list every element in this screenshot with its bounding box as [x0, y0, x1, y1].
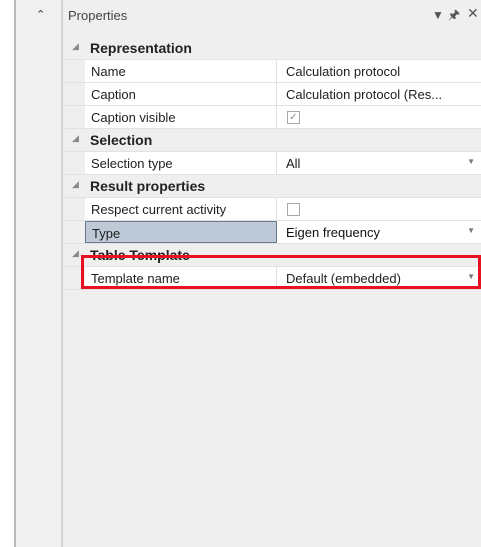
property-row-respect-current-activity[interactable]: Respect current activity [63, 198, 481, 221]
property-name: Name [91, 64, 126, 79]
chevron-down-icon[interactable]: ▼ [467, 226, 475, 235]
collapse-triangle-icon[interactable]: ◢ [72, 179, 79, 190]
panel-titlebar: Properties ▼ 🖈︎ ✕ [63, 0, 481, 36]
property-name: Respect current activity [91, 202, 227, 217]
respect-activity-checkbox[interactable] [287, 203, 300, 216]
category-selection[interactable]: ◢ Selection [63, 129, 481, 152]
property-row-selection-type[interactable]: Selection type All ▼ [63, 152, 481, 175]
property-value-field[interactable]: Calculation protocol (Res... [277, 83, 481, 105]
property-row-type[interactable]: Type Eigen frequency ▼ [63, 221, 481, 244]
collapse-panel-button[interactable]: ⌃ [16, 0, 62, 547]
category-label: Representation [90, 40, 192, 56]
panel-title: Properties [68, 8, 128, 23]
selection-type-dropdown[interactable]: All ▼ [277, 152, 481, 174]
category-label: Result properties [90, 178, 206, 194]
pin-icon[interactable]: 🖈︎ [448, 8, 460, 22]
collapse-triangle-icon[interactable]: ◢ [72, 41, 79, 52]
category-label: Selection [90, 132, 153, 148]
property-name: Caption [91, 87, 136, 102]
caption-visible-checkbox[interactable]: ✓ [287, 111, 300, 124]
dropdown-icon[interactable]: ▼ [432, 8, 444, 22]
empty-grid-area [63, 363, 481, 547]
property-value: All [286, 156, 301, 171]
property-row-name[interactable]: Name Calculation protocol [63, 60, 481, 83]
left-strip [0, 0, 14, 547]
property-value: Eigen frequency [286, 225, 380, 240]
collapse-triangle-icon[interactable]: ◢ [72, 248, 79, 259]
property-row-caption[interactable]: Caption Calculation protocol (Res... [63, 83, 481, 106]
chevron-down-icon[interactable]: ▼ [467, 157, 475, 166]
highlight-annotation [81, 255, 481, 289]
property-name: Selection type [91, 156, 173, 171]
chevron-up-icon: ⌃ [36, 9, 46, 21]
collapse-triangle-icon[interactable]: ◢ [72, 133, 79, 144]
property-value-field[interactable]: Calculation protocol [277, 60, 481, 82]
property-value-field: ✓ [277, 106, 481, 128]
category-representation[interactable]: ◢ Representation [63, 37, 481, 60]
property-grid: ◢ Representation Name Calculation protoc… [63, 37, 481, 290]
property-row-caption-visible[interactable]: Caption visible ✓ [63, 106, 481, 129]
property-name: Caption visible [91, 110, 176, 125]
category-result-properties[interactable]: ◢ Result properties [63, 175, 481, 198]
property-value: Calculation protocol (Res... [286, 87, 443, 102]
type-dropdown[interactable]: Eigen frequency ▼ [277, 221, 481, 243]
property-name: Type [92, 226, 121, 241]
close-icon[interactable]: ✕ [467, 6, 479, 20]
property-value: Calculation protocol [286, 64, 401, 79]
property-value-field [277, 198, 481, 220]
